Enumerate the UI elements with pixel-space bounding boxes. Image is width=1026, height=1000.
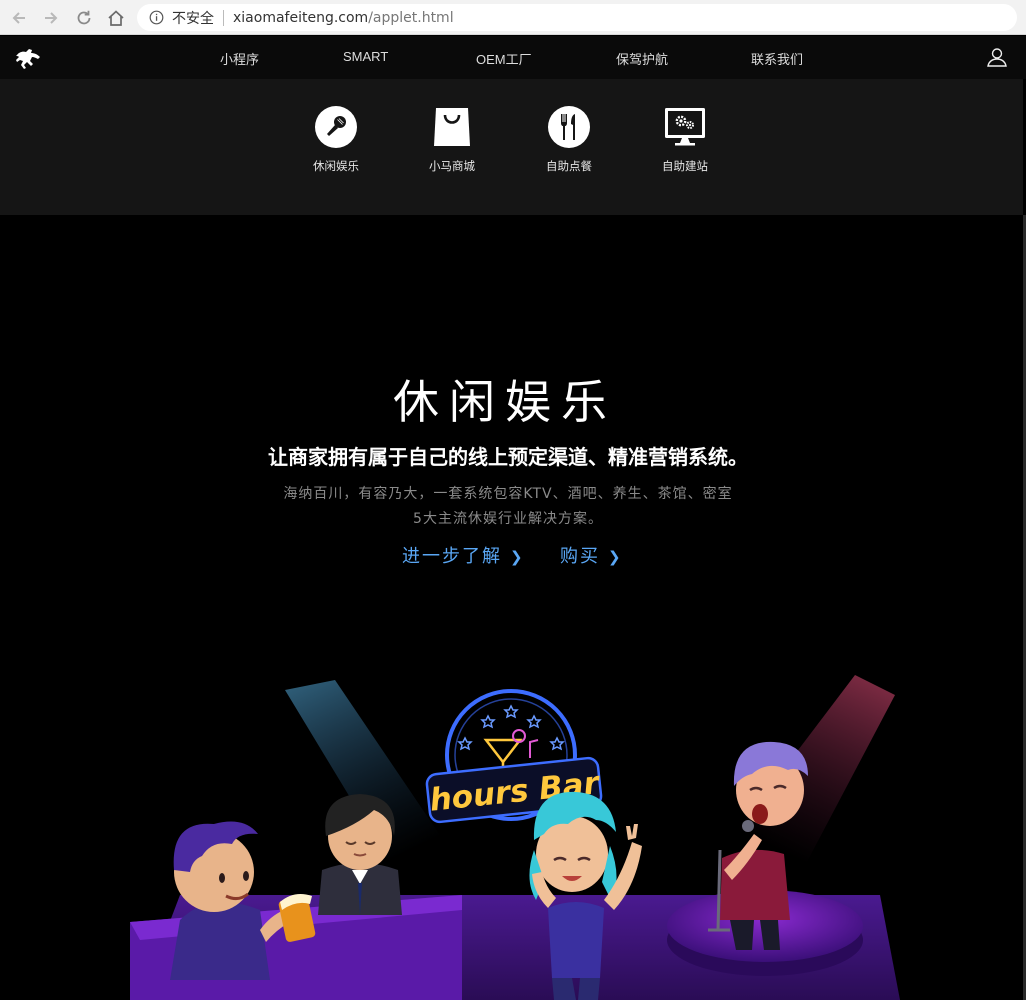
microphone-icon [315, 106, 357, 148]
sub-item-label: 自助建站 [662, 159, 708, 173]
home-icon [108, 10, 124, 26]
nav-item-oem[interactable]: OEM工厂 [476, 49, 532, 68]
sub-item-website[interactable]: 自助建站 [645, 105, 725, 174]
security-label: 不安全 [172, 10, 214, 27]
url-text[interactable]: xiaomafeiteng.com/applet.html [233, 10, 454, 26]
sub-nav: 休闲娱乐 小马商城 自助点餐 自助建站 [0, 79, 1023, 215]
hero-description-line: 5大主流休娱行业解决方案。 [413, 511, 603, 527]
user-icon[interactable] [986, 46, 1008, 68]
main-nav: 小程序 SMART OEM工厂 保驾护航 联系我们 [0, 36, 1026, 79]
page-title: 休闲娱乐 [393, 375, 617, 429]
monitor-gear-icon [665, 108, 705, 146]
chevron-right-icon: ❯ [510, 548, 525, 566]
forward-arrow-icon [45, 12, 58, 24]
back-button[interactable] [8, 7, 30, 29]
address-divider [223, 9, 224, 26]
forward-button[interactable] [40, 7, 62, 29]
learn-more-label: 进一步了解 [402, 546, 502, 567]
nav-item-escort[interactable]: 保驾护航 [616, 49, 668, 68]
nav-item-smart[interactable]: SMART [343, 49, 388, 64]
fork-knife-icon [548, 106, 590, 148]
buy-link[interactable]: 购买 ❯ [560, 542, 623, 568]
home-button[interactable] [105, 7, 127, 29]
hero-subtitle: 让商家拥有属于自己的线上预定渠道、精准营销系统。 [268, 445, 748, 469]
shopping-bag-icon [434, 108, 470, 146]
info-icon[interactable] [149, 10, 164, 25]
nav-item-mini-program[interactable]: 小程序 [220, 49, 259, 68]
bar-illustration: hours Bar [130, 675, 900, 1000]
sub-item-label: 小马商城 [429, 159, 475, 173]
sub-item-label: 自助点餐 [546, 159, 592, 173]
url-path: /applet.html [368, 9, 454, 26]
sub-item-label: 休闲娱乐 [313, 159, 359, 173]
sub-item-leisure[interactable]: 休闲娱乐 [296, 105, 376, 174]
url-host: xiaomafeiteng.com [233, 9, 369, 26]
site-header: 小程序 SMART OEM工厂 保驾护航 联系我们 [0, 36, 1026, 79]
address-bar[interactable]: 不安全 xiaomafeiteng.com/applet.html [137, 4, 1017, 31]
learn-more-link[interactable]: 进一步了解 ❯ [402, 542, 525, 568]
sub-item-mall[interactable]: 小马商城 [412, 105, 492, 174]
hero-description: 海纳百川，有容乃大，一套系统包容KTV、酒吧、养生、茶馆、密室 5大主流休娱行业… [0, 482, 1016, 532]
reload-icon [77, 10, 91, 25]
sub-item-ordering[interactable]: 自助点餐 [529, 105, 609, 174]
nav-item-contact[interactable]: 联系我们 [751, 49, 803, 68]
browser-toolbar: 不安全 xiaomafeiteng.com/applet.html [0, 0, 1026, 35]
hero-description-line: 海纳百川，有容乃大，一套系统包容KTV、酒吧、养生、茶馆、密室 [283, 486, 733, 502]
chevron-right-icon: ❯ [608, 548, 623, 566]
back-arrow-icon [12, 12, 25, 24]
reload-button[interactable] [73, 7, 95, 29]
buy-label: 购买 [560, 546, 600, 567]
